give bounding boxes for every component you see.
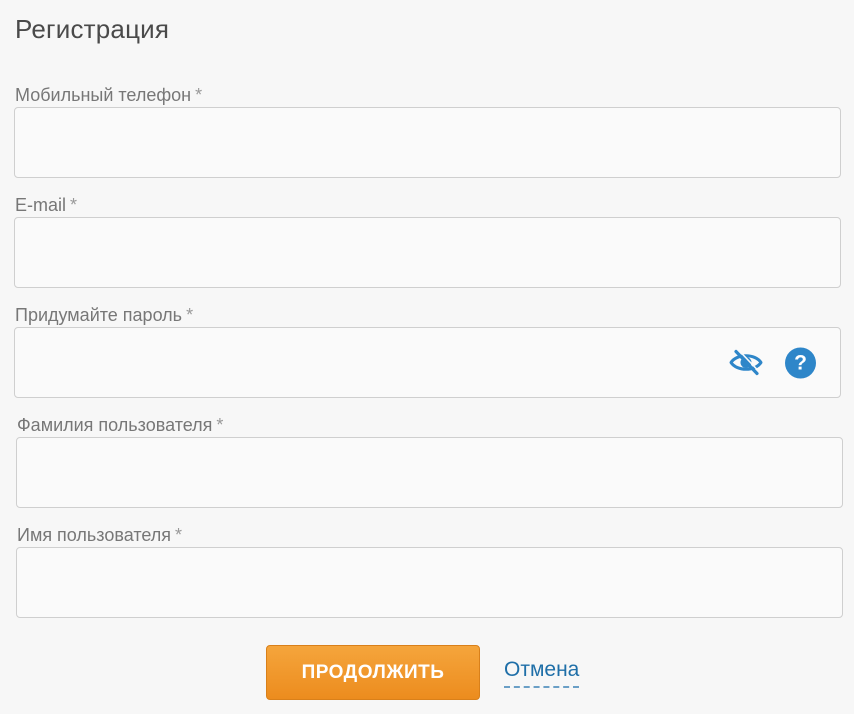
lastname-field-box: [16, 437, 843, 508]
phone-label-text: Мобильный телефон: [15, 85, 192, 105]
password-field-box: ?: [14, 327, 841, 398]
phone-field-box: [14, 107, 841, 178]
password-label-text: Придумайте пароль: [15, 305, 183, 325]
email-field-box: [14, 217, 841, 288]
email-label-text: E-mail: [15, 195, 67, 215]
lastname-label-text: Фамилия пользователя: [17, 415, 213, 435]
phone-label: Мобильный телефон *: [15, 84, 202, 106]
required-mark: *: [216, 415, 224, 435]
lastname-input[interactable]: [17, 438, 842, 507]
firstname-label-text: Имя пользователя: [17, 525, 172, 545]
email-label: E-mail *: [15, 194, 77, 216]
required-mark: *: [186, 305, 194, 325]
required-mark: *: [175, 525, 183, 545]
password-label: Придумайте пароль *: [15, 304, 193, 326]
firstname-label: Имя пользователя *: [17, 524, 182, 546]
required-mark: *: [70, 195, 78, 215]
password-input[interactable]: [15, 328, 840, 397]
cancel-link[interactable]: Отмена: [504, 658, 580, 688]
required-mark: *: [195, 85, 203, 105]
page-title: Регистрация: [15, 14, 170, 44]
eye-slash-icon[interactable]: [729, 349, 763, 377]
phone-input[interactable]: [15, 108, 840, 177]
firstname-field-box: [16, 547, 843, 618]
firstname-input[interactable]: [17, 548, 842, 617]
lastname-label: Фамилия пользователя *: [17, 414, 223, 436]
continue-button[interactable]: ПРОДОЛЖИТЬ: [266, 645, 480, 700]
password-icons: ?: [729, 347, 816, 378]
question-circle-icon[interactable]: ?: [785, 347, 816, 378]
email-input[interactable]: [15, 218, 840, 287]
